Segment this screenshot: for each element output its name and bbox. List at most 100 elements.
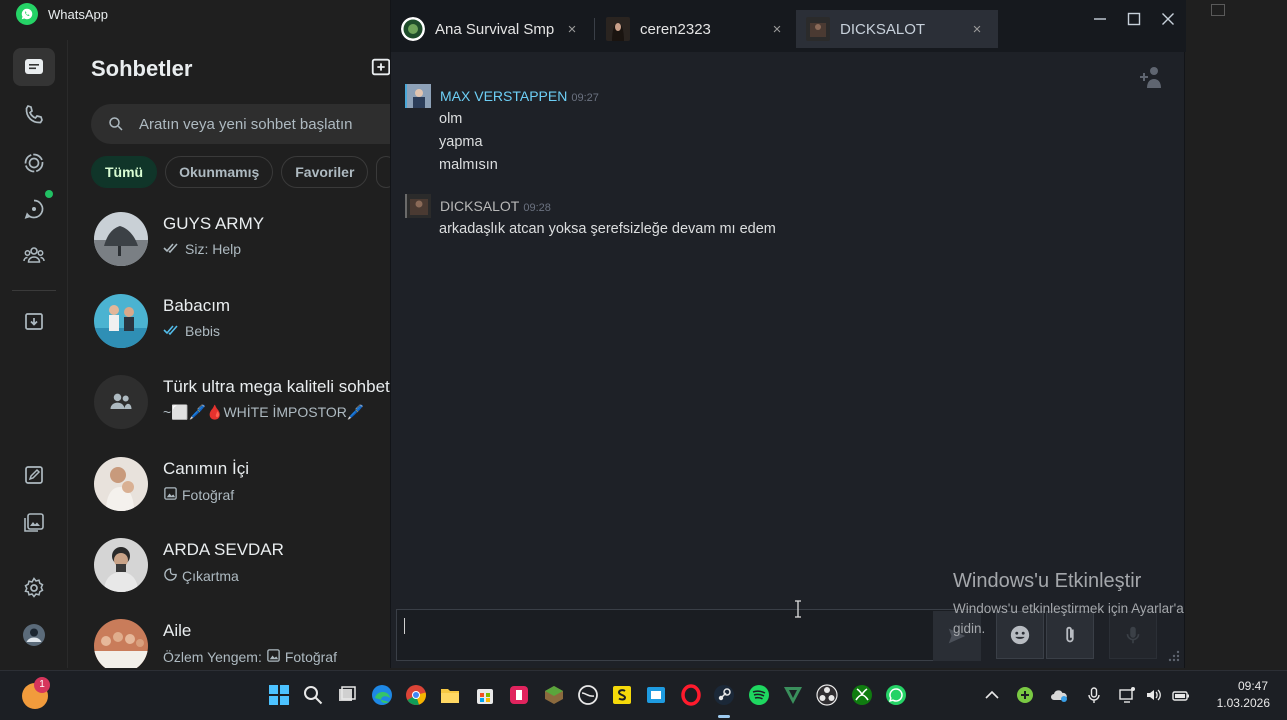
- message-timestamp: 09:28: [523, 202, 551, 214]
- tray-app-green-icon[interactable]: [1016, 686, 1034, 704]
- invite-friend-icon[interactable]: [1139, 66, 1163, 88]
- tab-close-button[interactable]: ×: [563, 21, 581, 38]
- nav-profile-button[interactable]: [13, 616, 55, 654]
- message-text: yapma: [439, 134, 483, 150]
- message-input[interactable]: [396, 609, 976, 661]
- minecraft-icon[interactable]: [543, 684, 565, 706]
- chat-item-guys-army[interactable]: GUYS ARMY Siz: Help: [68, 198, 390, 278]
- chat-item-babacim[interactable]: Babacım Bebis: [68, 280, 390, 360]
- sender-avatar[interactable]: [405, 194, 431, 218]
- sticker-icon: [163, 567, 178, 585]
- spotify-icon[interactable]: [748, 684, 770, 706]
- steam-chat-window: Ana Survival Smp × ceren2323 × DICKSALOT…: [390, 0, 1186, 668]
- steam-icon[interactable]: [713, 684, 735, 706]
- text-caret: [404, 618, 405, 634]
- search-input[interactable]: [139, 115, 390, 133]
- tab-ana-survival-smp[interactable]: Ana Survival Smp ×: [391, 10, 581, 48]
- nav-calls-button[interactable]: [13, 96, 55, 134]
- chat-item-turk-ultra[interactable]: Türk ultra mega kaliteli sohbet ~⬜🖊️🩸WHİ…: [68, 361, 390, 441]
- whatsapp-taskbar-icon[interactable]: [885, 684, 907, 706]
- channels-unread-dot: [45, 190, 53, 198]
- minimize-button[interactable]: [1091, 10, 1109, 28]
- friend-avatar: [606, 17, 630, 41]
- page-title: Sohbetler: [91, 56, 193, 81]
- tab-close-button[interactable]: ×: [968, 21, 986, 38]
- search-taskbar-icon[interactable]: [302, 684, 324, 706]
- tab-dicksalot[interactable]: DICKSALOT ×: [796, 10, 998, 48]
- app-red-icon[interactable]: [508, 684, 530, 706]
- tab-ceren2323[interactable]: ceren2323 ×: [596, 10, 786, 48]
- tab-close-button[interactable]: ×: [768, 21, 786, 38]
- message-text: malmısın: [439, 157, 498, 173]
- group-avatar: [401, 17, 425, 41]
- onedrive-icon[interactable]: [1050, 686, 1068, 704]
- battery-icon[interactable]: [1172, 686, 1190, 704]
- clock-date[interactable]: 1.03.2026: [1210, 696, 1270, 710]
- chat-name: Babacım: [163, 296, 231, 315]
- maximize-button[interactable]: [1125, 10, 1143, 28]
- maximize-icon: [1127, 12, 1141, 26]
- network-icon[interactable]: [1118, 686, 1136, 704]
- clock-time[interactable]: 09:47: [1233, 679, 1273, 693]
- chat-item-canimin-ici[interactable]: Canımın İçi Fotoğraf: [68, 443, 390, 523]
- chat-name: Aile: [163, 621, 192, 640]
- nav-rail: [0, 40, 68, 668]
- chat-list-panel: Sohbetler Tümü Okunmamış Favoriler GUYS …: [68, 40, 390, 668]
- start-icon[interactable]: [268, 684, 290, 706]
- nav-chats-button[interactable]: [13, 48, 55, 86]
- archive-icon: [25, 313, 43, 330]
- sender-avatar[interactable]: [405, 84, 431, 108]
- chip-more[interactable]: [376, 156, 390, 188]
- background-maximize-button[interactable]: [1211, 4, 1225, 16]
- photo-icon: [266, 648, 281, 666]
- app-v-icon[interactable]: [782, 684, 804, 706]
- nav-communities-button[interactable]: [13, 236, 55, 274]
- search-bar[interactable]: [91, 104, 390, 144]
- chat-preview-text: Çıkartma: [182, 568, 239, 584]
- chat-item-arda-sevdar[interactable]: ARDA SEVDAR Çıkartma: [68, 524, 390, 604]
- chat-preview-text: Bebis: [185, 323, 221, 339]
- file-explorer-icon[interactable]: [439, 684, 461, 706]
- message-text: arkadaşlık atcan yoksa şerefsizleğe deva…: [439, 221, 776, 237]
- opera-icon[interactable]: [680, 684, 702, 706]
- nav-starred-button[interactable]: [13, 456, 55, 494]
- app-s-icon[interactable]: [611, 684, 633, 706]
- obs-icon[interactable]: [816, 684, 838, 706]
- nav-archived-button[interactable]: [13, 302, 55, 340]
- chip-all[interactable]: Tümü: [91, 156, 158, 188]
- xbox-icon[interactable]: [851, 684, 873, 706]
- group-avatar-icon: [94, 375, 148, 429]
- nav-media-button[interactable]: [13, 504, 55, 542]
- nav-settings-button[interactable]: [13, 569, 55, 607]
- task-view-icon[interactable]: [336, 684, 358, 706]
- new-chat-icon[interactable]: [370, 56, 390, 78]
- sender-name[interactable]: DICKSALOT: [440, 198, 519, 214]
- app-circle-icon[interactable]: [577, 684, 599, 706]
- volume-icon[interactable]: [1145, 686, 1163, 704]
- microphone-tray-icon[interactable]: [1085, 686, 1103, 704]
- avatar: [94, 538, 148, 592]
- resize-grip-icon[interactable]: [1165, 648, 1181, 664]
- message-header: DICKSALOT 09:28: [440, 198, 551, 216]
- chat-item-aile[interactable]: Aile Özlem Yengem: Fotoğraf: [68, 605, 390, 668]
- widgets-badge: 1: [34, 677, 50, 693]
- search-icon: [109, 117, 123, 131]
- double-tick-grey-icon: [163, 241, 181, 257]
- chevron-up-icon[interactable]: [983, 686, 1001, 704]
- watermark-title: Windows'u Etkinleştir: [953, 570, 1142, 592]
- status-icon: [24, 153, 44, 173]
- sender-name[interactable]: MAX VERSTAPPEN: [440, 88, 567, 104]
- tab-divider: [594, 18, 595, 40]
- avatar: [94, 457, 148, 511]
- store-icon[interactable]: [474, 684, 496, 706]
- close-button[interactable]: [1159, 10, 1177, 28]
- chat-preview: Bebis: [163, 323, 220, 339]
- chip-favorites[interactable]: Favoriler: [281, 156, 369, 188]
- edge-icon[interactable]: [371, 684, 393, 706]
- nav-status-button[interactable]: [13, 144, 55, 182]
- chat-preview-text: Fotoğraf: [284, 649, 337, 665]
- chip-unread[interactable]: Okunmamış: [165, 156, 274, 188]
- chrome-icon[interactable]: [405, 684, 427, 706]
- chat-preview: ~⬜🖊️🩸WHİTE İMPOSTOR🖊️: [163, 404, 364, 421]
- app-blue-square-icon[interactable]: [645, 684, 667, 706]
